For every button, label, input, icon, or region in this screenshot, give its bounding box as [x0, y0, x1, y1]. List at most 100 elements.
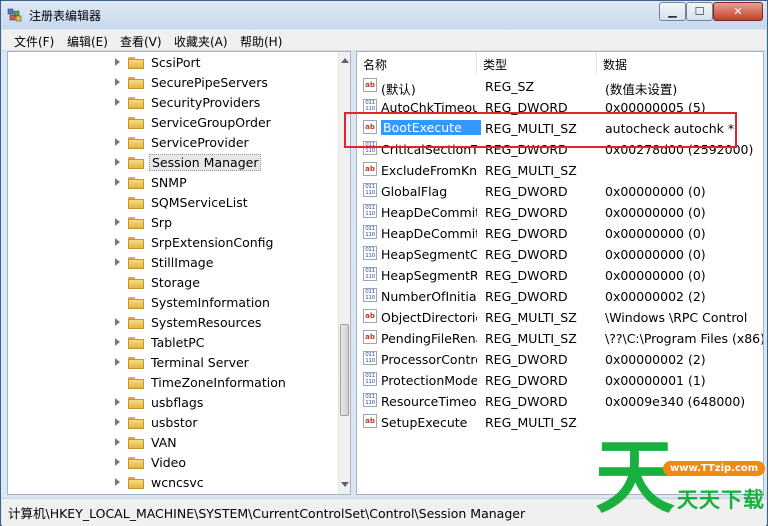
value-data: 0x00000000 (0): [605, 268, 706, 283]
tree-item-label: Terminal Server: [151, 355, 249, 370]
tree-item[interactable]: ServiceGroupOrder: [8, 113, 338, 133]
folder-icon: [128, 57, 144, 69]
expand-arrow-icon[interactable]: [115, 458, 120, 466]
folder-icon: [128, 117, 144, 129]
value-row[interactable]: 011 110 ProcessorControl REG_DWORD 0x0000000…: [357, 349, 763, 370]
tree-item-label: SecurePipeServers: [151, 75, 268, 90]
expand-arrow-icon[interactable]: [115, 418, 120, 426]
close-icon: ✕: [733, 5, 743, 18]
tree-item[interactable]: Storage: [8, 273, 338, 293]
expand-arrow-icon[interactable]: [115, 318, 120, 326]
menu-view[interactable]: 查看(V): [120, 33, 162, 50]
value-type: REG_DWORD: [485, 205, 568, 220]
tree-item[interactable]: SNMP: [8, 173, 338, 193]
value-row[interactable]: 011110 ResourceTimeoutCount REG_DWORD 0x000…: [357, 391, 763, 412]
value-data: 0x00000000 (0): [605, 247, 706, 262]
tree-item[interactable]: TabletPC: [8, 333, 338, 353]
value-row[interactable]: 011110 HeapDeCommitFreeBlockThreshold REG_…: [357, 202, 763, 223]
value-row[interactable]: 011110 HeapSegmentReserve REG_DWORD 0x00000…: [357, 265, 763, 286]
folder-icon: [128, 457, 144, 469]
value-row[interactable]: ab SetupExecute REG_MULTI_SZ: [357, 412, 763, 433]
tree-item[interactable]: SQMServiceList: [8, 193, 338, 213]
tree-item-label: StillImage: [151, 255, 214, 270]
expand-arrow-icon[interactable]: [115, 238, 120, 246]
column-header-type[interactable]: 类型: [477, 52, 597, 74]
expand-arrow-icon[interactable]: [115, 478, 120, 486]
tree-item[interactable]: Terminal Server: [8, 353, 338, 373]
tree-item[interactable]: VAN: [8, 433, 338, 453]
tree-item-label: TimeZoneInformation: [151, 375, 286, 390]
value-data: (数值未设置): [605, 82, 678, 97]
expand-arrow-icon[interactable]: [115, 138, 120, 146]
tree-item[interactable]: usbflags: [8, 393, 338, 413]
expand-arrow-icon[interactable]: [115, 58, 120, 66]
value-row[interactable]: ab PendingFileRenameOperations REG_MULTI_S…: [357, 328, 763, 349]
tree-item[interactable]: wcncsvc: [8, 473, 338, 493]
value-name: GlobalFlag: [381, 184, 448, 199]
menu-edit[interactable]: 编辑(E): [67, 33, 108, 50]
scroll-up-icon[interactable]: [341, 58, 349, 63]
watermark-big-char: 天: [595, 431, 675, 524]
tree-item[interactable]: SecurityProviders: [8, 93, 338, 113]
value-row[interactable]: 011 110 GlobalFlag REG_DWORD 0x00000000 (0): [357, 181, 763, 202]
tree-item[interactable]: SecurePipeServers: [8, 73, 338, 93]
tree-item-label: Srp: [151, 215, 173, 230]
menu-file[interactable]: 文件(F): [14, 33, 54, 50]
menu-help[interactable]: 帮助(H): [240, 33, 282, 50]
scroll-thumb[interactable]: [340, 324, 349, 416]
expand-arrow-icon[interactable]: [115, 98, 120, 106]
tree-item[interactable]: TimeZoneInformation: [8, 373, 338, 393]
tree-item[interactable]: ServiceProvider: [8, 133, 338, 153]
minimize-icon: ▁: [668, 5, 677, 18]
tree-item[interactable]: StillImage: [8, 253, 338, 273]
value-type: REG_DWORD: [485, 226, 568, 241]
expand-arrow-icon[interactable]: [115, 158, 120, 166]
expand-arrow-icon[interactable]: [115, 438, 120, 446]
column-header-data[interactable]: 数据: [597, 52, 763, 74]
expand-arrow-icon[interactable]: [115, 218, 120, 226]
binary-value-icon: 011 110: [363, 225, 377, 239]
tree-item-label: TabletPC: [151, 335, 205, 350]
maximize-button[interactable]: ☐: [686, 2, 713, 21]
value-row[interactable]: ab ExcludeFromKnownDlls REG_MULTI_SZ: [357, 160, 763, 181]
expand-arrow-icon[interactable]: [115, 358, 120, 366]
value-data: 0x00000001 (1): [605, 373, 706, 388]
value-row[interactable]: 011 110 ProtectionMode REG_DWORD 0x00000001 …: [357, 370, 763, 391]
tree-item[interactable]: SrpExtensionConfig: [8, 233, 338, 253]
value-row[interactable]: 011110 HeapSegmentCommit REG_DWORD 0x000000…: [357, 244, 763, 265]
tree-item-label: SystemResources: [151, 315, 262, 330]
value-row[interactable]: ab ObjectDirectories REG_MULTI_SZ \Windows …: [357, 307, 763, 328]
value-row[interactable]: 011110 NumberOfInitialSessions REG_DWORD 0x…: [357, 286, 763, 307]
status-path: 计算机\HKEY_LOCAL_MACHINE\SYSTEM\CurrentCon…: [8, 506, 526, 521]
folder-icon: [128, 377, 144, 389]
minimize-button[interactable]: ▁: [659, 2, 686, 21]
expand-arrow-icon[interactable]: [115, 78, 120, 86]
column-header-name[interactable]: 名称: [357, 52, 477, 74]
tree-item[interactable]: Srp: [8, 213, 338, 233]
expand-arrow-icon[interactable]: [115, 338, 120, 346]
expand-arrow-icon[interactable]: [115, 398, 120, 406]
title-bar[interactable]: 注册表编辑器 ▁ ☐ ✕: [1, 1, 767, 29]
tree-item-label: wcncsvc: [151, 475, 204, 490]
close-button[interactable]: ✕: [713, 2, 763, 21]
menu-favorites[interactable]: 收藏夹(A): [174, 33, 228, 50]
value-row[interactable]: ab (默认) REG_SZ (数值未设置): [357, 76, 763, 97]
tree-item[interactable]: Video: [8, 453, 338, 473]
expand-arrow-icon[interactable]: [115, 178, 120, 186]
value-row[interactable]: 011110 HeapDeCommitTotalFreeThreshold REG_…: [357, 223, 763, 244]
tree-item[interactable]: Session Manager: [8, 153, 338, 173]
value-data: \Windows \RPC Control: [605, 310, 748, 325]
tree-item[interactable]: ScsiPort: [8, 53, 338, 73]
folder-icon: [128, 97, 144, 109]
scroll-down-icon[interactable]: [341, 482, 349, 487]
key-tree[interactable]: wcncsvc Video VAN usbstor usbflags TimeZoneIn…: [7, 51, 351, 495]
folder-icon: [128, 157, 144, 169]
tree-item[interactable]: usbstor: [8, 413, 338, 433]
expand-arrow-icon[interactable]: [115, 258, 120, 266]
value-type: REG_DWORD: [485, 247, 568, 262]
tree-item[interactable]: SystemInformation: [8, 293, 338, 313]
value-name: ProcessorControl: [381, 352, 477, 367]
binary-value-icon: 011 110: [363, 246, 377, 260]
tree-item[interactable]: SystemResources: [8, 313, 338, 333]
regedit-window: 注册表编辑器 ▁ ☐ ✕ 文件(F) 编辑(E) 查看(V) 收藏夹(A) 帮助…: [0, 0, 768, 526]
